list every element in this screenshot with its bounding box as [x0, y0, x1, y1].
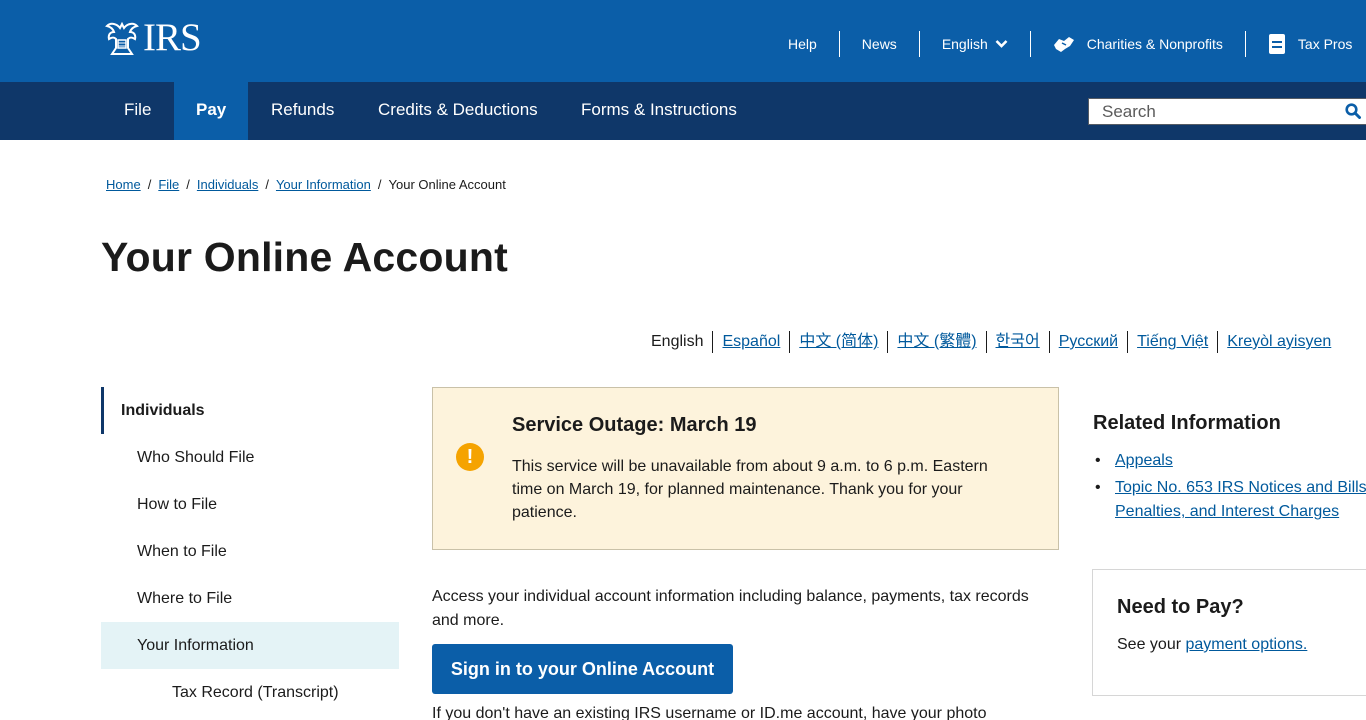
list-item: Topic No. 653 IRS Notices and Bills, Pen… — [1093, 476, 1366, 524]
breadcrumb-home[interactable]: Home — [106, 177, 141, 192]
language-russian[interactable]: Русский — [1048, 331, 1127, 353]
related-heading: Related Information — [1093, 412, 1281, 434]
sign-in-button[interactable]: Sign in to your Online Account — [432, 644, 733, 694]
logo-text: IRS — [143, 16, 202, 59]
eagle-icon — [105, 21, 139, 55]
language-vietnamese[interactable]: Tiếng Việt — [1127, 331, 1217, 353]
top-header: IRS Help News English Charities & Nonpro… — [0, 0, 1366, 82]
sidebar-item-when-to-file[interactable]: When to File — [101, 528, 399, 575]
tab-refunds[interactable]: Refunds — [249, 82, 356, 140]
related-link-appeals[interactable]: Appeals — [1115, 452, 1173, 469]
sidebar-subitem-tax-record[interactable]: Tax Record (Transcript) — [101, 669, 399, 716]
sidebar-nav: Individuals Who Should File How to File … — [101, 387, 399, 716]
tax-pros-label: Tax Pros — [1297, 36, 1353, 52]
language-selector: English Español 中文 (简体) 中文 (繁體) 한국어 Русс… — [651, 330, 1340, 354]
intro-text: Access your individual account informati… — [432, 588, 1029, 629]
need-to-pay-box: Need to Pay? See your payment options. — [1092, 569, 1366, 696]
alert-title: Service Outage: March 19 — [512, 414, 757, 436]
breadcrumb-current: Your Online Account — [388, 177, 506, 192]
related-list: Appeals Topic No. 653 IRS Notices and Bi… — [1093, 449, 1366, 524]
breadcrumb-separator: / — [265, 177, 269, 192]
chevron-down-icon — [995, 40, 1008, 48]
divider — [918, 31, 920, 57]
search-box — [1088, 98, 1366, 125]
divider — [1244, 31, 1246, 57]
sidebar-item-where-to-file[interactable]: Where to File — [101, 575, 399, 622]
payment-options-link[interactable]: payment options. — [1185, 636, 1307, 653]
signin-help-text: If you don't have an existing IRS userna… — [432, 705, 987, 720]
document-icon — [1268, 34, 1285, 54]
utility-nav: Help News English Charities & Nonprofits… — [788, 31, 1352, 57]
sidebar-item-your-information[interactable]: Your Information — [101, 622, 399, 669]
language-spanish[interactable]: Español — [712, 331, 789, 353]
divider — [1029, 31, 1031, 57]
breadcrumb-file[interactable]: File — [158, 177, 179, 192]
tax-pros-link[interactable]: Tax Pros — [1268, 33, 1352, 55]
language-chinese-simplified[interactable]: 中文 (简体) — [789, 331, 887, 353]
tab-file[interactable]: File — [102, 82, 173, 140]
tab-forms-instructions[interactable]: Forms & Instructions — [559, 82, 759, 140]
related-information: Related Information Appeals Topic No. 65… — [1093, 412, 1366, 527]
charities-nonprofits-link[interactable]: Charities & Nonprofits — [1053, 35, 1223, 53]
breadcrumb-separator: / — [377, 177, 382, 192]
need-to-pay-heading: Need to Pay? — [1117, 596, 1244, 618]
language-haitian-creole[interactable]: Kreyòl ayisyen — [1217, 331, 1340, 353]
help-link[interactable]: Help — [788, 36, 817, 52]
need-to-pay-text: See your payment options. — [1117, 636, 1307, 654]
language-korean[interactable]: 한국어 — [985, 331, 1049, 353]
tab-pay[interactable]: Pay — [174, 82, 249, 140]
breadcrumb-your-information[interactable]: Your Information — [276, 177, 371, 192]
alert-body: This service will be unavailable from ab… — [512, 458, 988, 521]
need-to-pay-prefix: See your — [1117, 636, 1186, 653]
exclamation-icon: ! — [456, 443, 484, 471]
language-current: English — [651, 333, 704, 350]
related-link-topic-653[interactable]: Topic No. 653 IRS Notices and Bills, Pen… — [1115, 479, 1366, 520]
language-dropdown-label: English — [941, 36, 988, 52]
charities-nonprofits-label: Charities & Nonprofits — [1086, 36, 1223, 52]
search-input[interactable] — [1089, 99, 1319, 124]
divider — [838, 31, 840, 57]
sidebar-item-how-to-file[interactable]: How to File — [101, 481, 399, 528]
language-dropdown[interactable]: English — [942, 36, 1008, 52]
tab-credits-deductions[interactable]: Credits & Deductions — [356, 82, 560, 140]
news-link[interactable]: News — [862, 36, 897, 52]
page-title: Your Online Account — [101, 234, 508, 280]
breadcrumb-separator: / — [186, 177, 190, 192]
service-outage-alert: ! Service Outage: March 19 This service … — [432, 387, 1059, 550]
sidebar-item-who-should-file[interactable]: Who Should File — [101, 434, 399, 481]
irs-logo[interactable]: IRS — [103, 16, 202, 59]
breadcrumb-separator: / — [147, 177, 152, 192]
sidebar-heading-individuals[interactable]: Individuals — [101, 387, 399, 434]
breadcrumb: Home / File / Individuals / Your Informa… — [106, 177, 506, 192]
breadcrumb-individuals[interactable]: Individuals — [197, 177, 258, 192]
search-icon[interactable] — [1345, 103, 1361, 119]
language-chinese-traditional[interactable]: 中文 (繁體) — [887, 331, 985, 353]
main-nav: File Pay Refunds Credits & Deductions Fo… — [0, 82, 1366, 140]
list-item: Appeals — [1093, 449, 1366, 473]
handshake-icon — [1053, 37, 1074, 52]
